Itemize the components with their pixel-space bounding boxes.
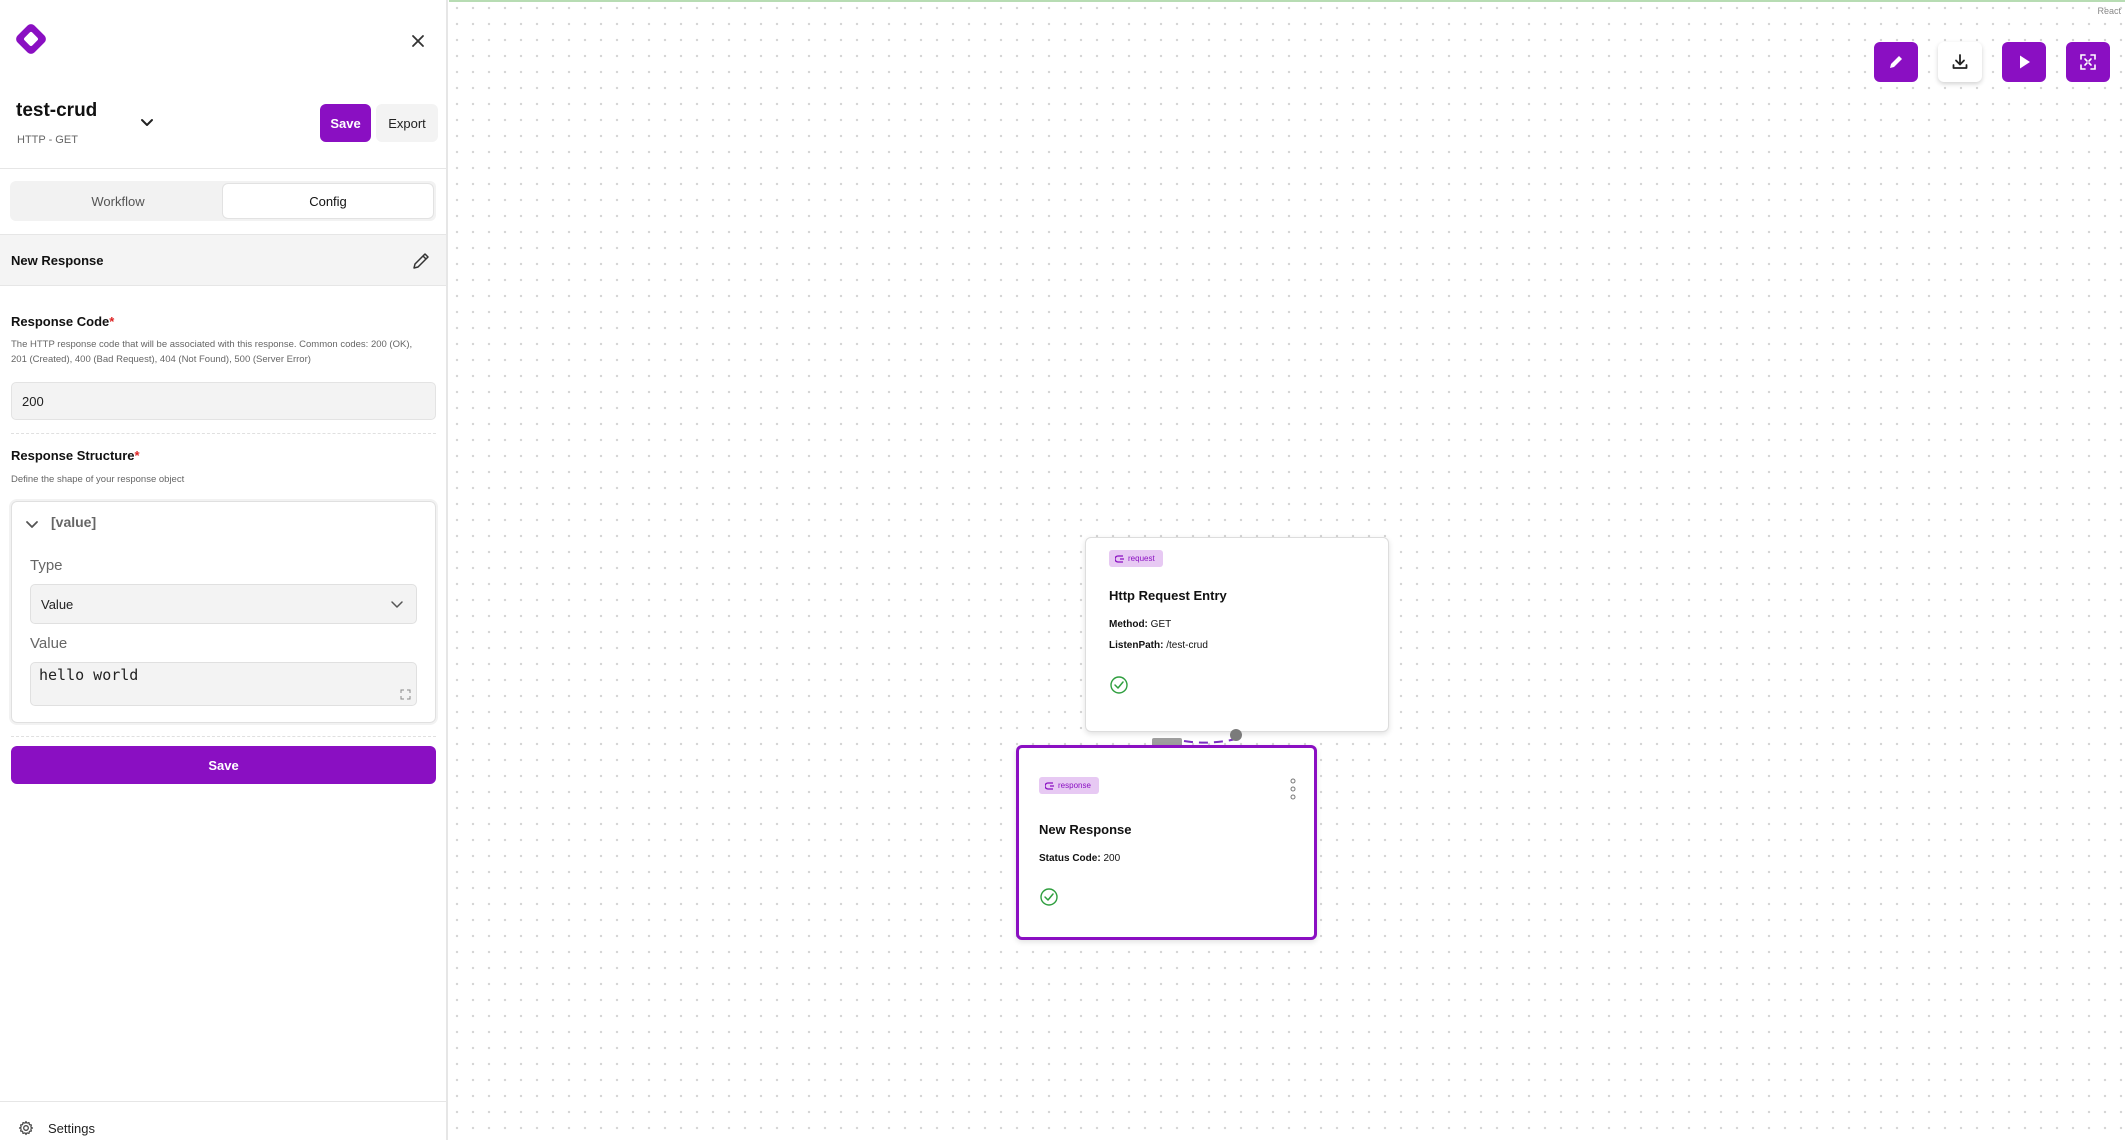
value-text: hello world: [39, 666, 139, 684]
divider: [11, 433, 436, 434]
canvas-corner-label: React: [2097, 6, 2121, 16]
canvas-top-border: [449, 0, 2125, 2]
node-type-badge: response: [1039, 777, 1099, 794]
chevron-down-icon[interactable]: [25, 517, 39, 531]
node-http-request-entry[interactable]: request Http Request Entry Method: GET L…: [1085, 537, 1389, 732]
project-name: test-crud: [16, 100, 98, 121]
pencil-icon: [1890, 56, 1902, 68]
fullscreen-button[interactable]: [2066, 42, 2110, 82]
play-icon: [2020, 55, 2030, 69]
expand-icon[interactable]: [400, 689, 411, 700]
tab-bar: Workflow Config: [10, 181, 436, 221]
node-new-response[interactable]: response New Response Status Code: 200: [1016, 745, 1317, 940]
response-code-description: The HTTP response code that will be asso…: [11, 339, 413, 365]
node-listen-path: ListenPath: /test-crud: [1109, 640, 1208, 651]
edge-line: [1183, 738, 1237, 744]
structure-field-key[interactable]: [value]: [51, 514, 96, 530]
response-code-label: Response Code*: [11, 314, 115, 329]
fullscreen-icon: [2080, 54, 2096, 70]
edit-button[interactable]: [1874, 42, 1918, 82]
response-icon: [1045, 781, 1054, 790]
type-select[interactable]: Value: [30, 584, 417, 624]
node-method: Method: GET: [1109, 619, 1172, 630]
chevron-down-icon[interactable]: [138, 113, 156, 131]
pencil-icon[interactable]: [410, 250, 432, 272]
divider: [0, 168, 446, 169]
gear-icon: [18, 1120, 34, 1136]
type-select-value: Value: [41, 596, 74, 612]
project-method: HTTP - GET: [17, 134, 78, 146]
chevron-down-icon: [391, 601, 403, 608]
more-options-icon[interactable]: [1290, 778, 1296, 800]
check-circle-icon: [1040, 888, 1058, 906]
logo-icon[interactable]: [12, 20, 50, 58]
type-label: Type: [30, 557, 63, 574]
divider: [0, 1101, 446, 1102]
tab-config[interactable]: Config: [223, 184, 433, 218]
response-structure-description: Define the shape of your response object: [11, 474, 185, 485]
check-circle-icon: [1110, 676, 1128, 694]
export-button[interactable]: Export: [376, 104, 438, 142]
response-code-input[interactable]: 200: [11, 382, 436, 420]
node-type-badge: request: [1109, 550, 1163, 567]
response-structure-label: Response Structure*: [11, 448, 140, 463]
sidebar: test-crud HTTP - GET Save Export Workflo…: [0, 0, 448, 1140]
tab-workflow[interactable]: Workflow: [13, 184, 223, 218]
divider: [11, 736, 436, 737]
value-textarea[interactable]: hello world: [30, 662, 417, 706]
close-icon[interactable]: [405, 28, 431, 54]
save-config-button[interactable]: Save: [11, 746, 436, 784]
structure-field-card: [value] Type Value Value hello world: [11, 501, 436, 723]
download-button[interactable]: [1938, 42, 1982, 82]
run-button[interactable]: [2002, 42, 2046, 82]
node-config-title: New Response: [11, 253, 104, 268]
node-badge-label: response: [1058, 781, 1091, 790]
node-title: Http Request Entry: [1109, 588, 1227, 603]
workflow-canvas[interactable]: React request Http Request Entry Method:…: [449, 0, 2125, 1140]
settings-label: Settings: [48, 1120, 95, 1136]
node-status-code: Status Code: 200: [1039, 853, 1121, 864]
request-icon: [1115, 554, 1124, 563]
node-badge-label: request: [1128, 554, 1155, 563]
download-icon: [1952, 54, 1968, 69]
value-label: Value: [30, 635, 68, 652]
node-config-header: New Response: [0, 234, 446, 286]
settings-link[interactable]: Settings: [18, 1120, 95, 1136]
save-button[interactable]: Save: [320, 104, 371, 142]
node-title: New Response: [1039, 822, 1132, 837]
connection-port: [1230, 729, 1242, 741]
